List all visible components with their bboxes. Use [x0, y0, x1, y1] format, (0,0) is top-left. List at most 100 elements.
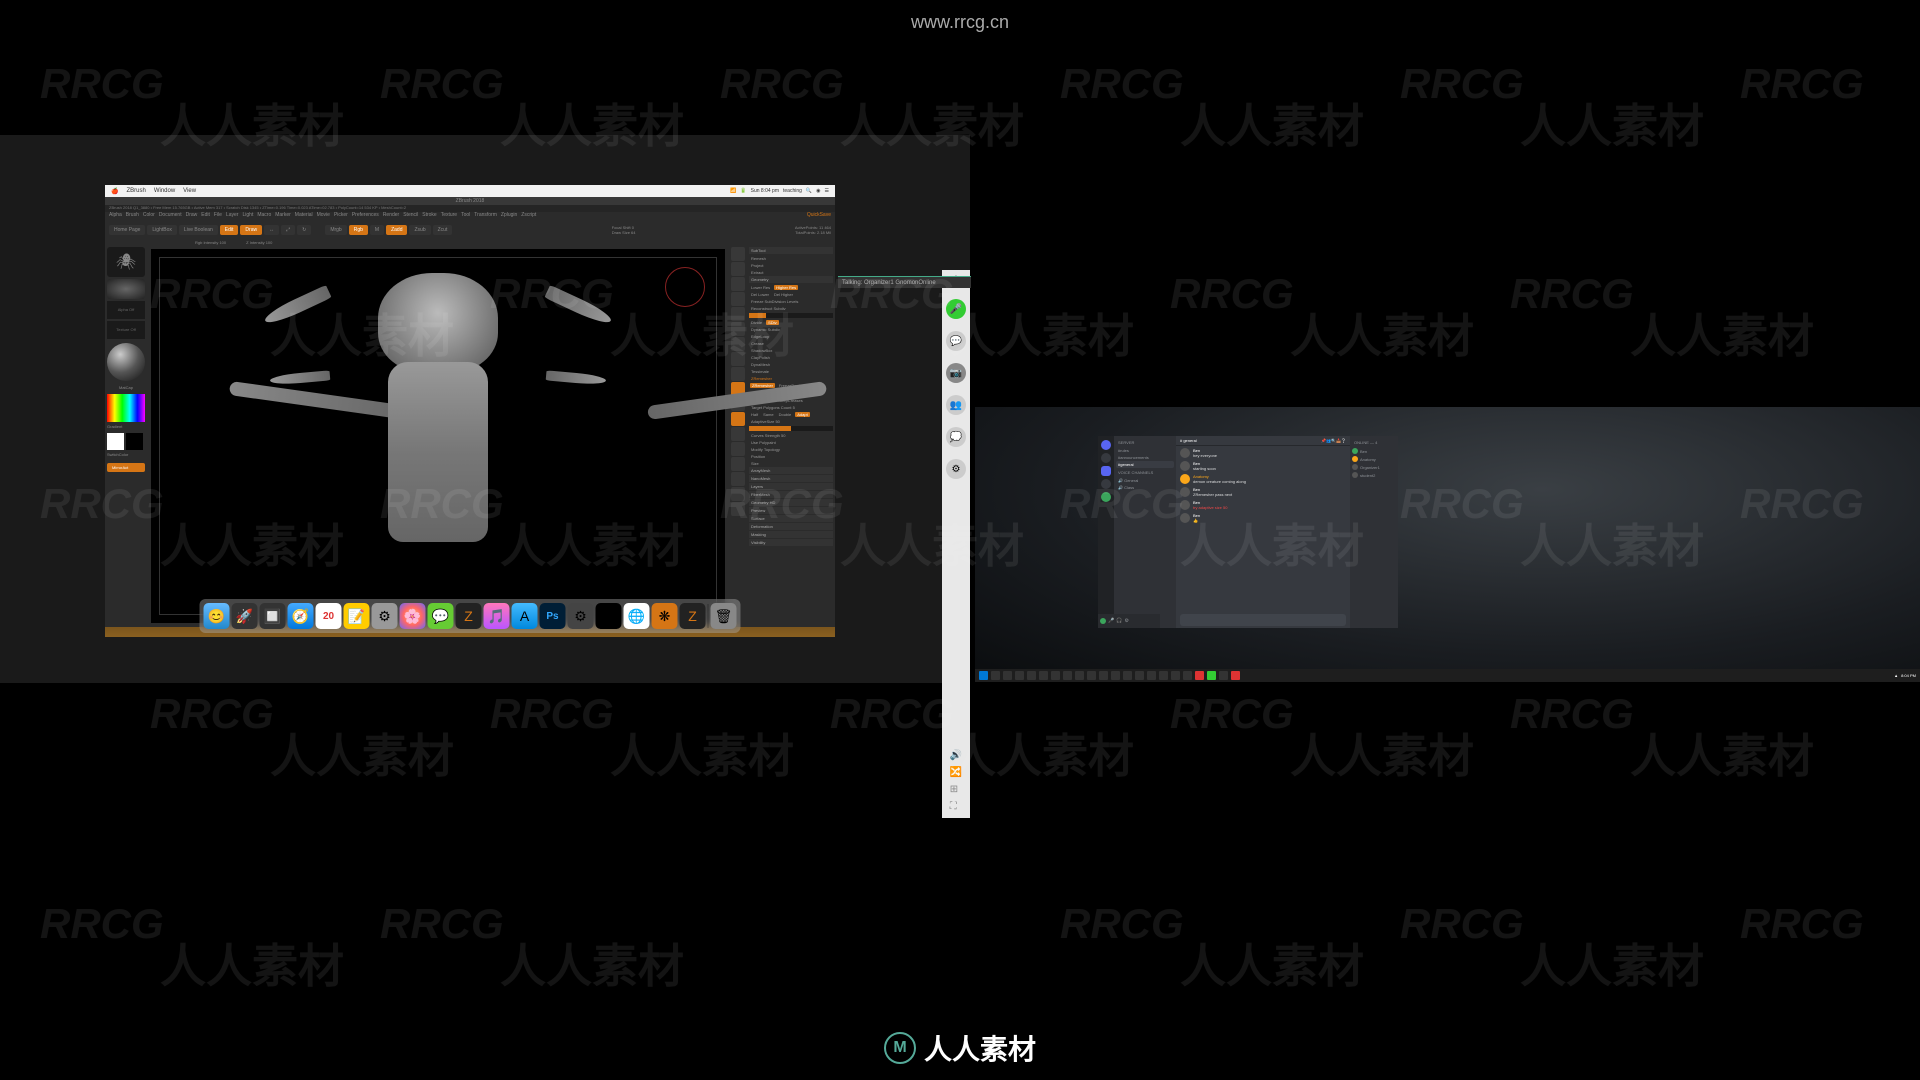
tray-icon[interactable]: ▲ [1894, 673, 1898, 678]
taskbar-app-icon[interactable] [1159, 671, 1168, 680]
local-icon[interactable] [731, 367, 745, 381]
taskbar-app-icon[interactable] [1003, 671, 1012, 680]
deformation-section[interactable]: Deformation [749, 523, 833, 530]
avatar[interactable] [1180, 448, 1190, 458]
tessimate[interactable]: Tessimate [749, 368, 833, 375]
material-thumbnail[interactable] [107, 343, 145, 381]
fibermesh-section[interactable]: FiberMesh [749, 491, 833, 498]
texture-thumbnail[interactable]: Texture Off [107, 321, 145, 339]
voice-channels-header[interactable]: VOICE CHANNELS [1116, 468, 1174, 477]
sdiv-slider[interactable] [749, 313, 833, 318]
taskview-icon[interactable] [991, 671, 1000, 680]
menu-marker[interactable]: Marker [275, 212, 291, 220]
mrgb-button[interactable]: Mrgb [325, 225, 346, 235]
dock-safari-icon[interactable]: 🧭 [288, 603, 314, 629]
scale-nav-icon[interactable] [731, 412, 745, 426]
server-name[interactable]: SERVER [1116, 438, 1174, 447]
same-button[interactable]: Same [761, 411, 775, 418]
zsub-button[interactable]: Zsub [409, 225, 430, 235]
solo-icon[interactable] [731, 487, 745, 501]
comment-button[interactable]: 💭 [946, 427, 966, 447]
lightbox-button[interactable]: LightBox [147, 225, 176, 235]
message-list[interactable]: Benhey everyone Benstarting soon Anatomy… [1176, 446, 1350, 612]
voice-channel-item[interactable]: 🔊 General [1116, 477, 1174, 484]
menubar-user[interactable]: teaching [783, 188, 802, 194]
dock-photos-icon[interactable]: 🌸 [400, 603, 426, 629]
apple-menu-icon[interactable]: 🍎 [111, 188, 118, 195]
avatar[interactable] [1180, 474, 1190, 484]
switchcolor-button[interactable]: SwitchColor [107, 452, 145, 457]
dock-photoshop-icon[interactable]: Ps [540, 603, 566, 629]
menubar-clock[interactable]: Sun 8:04 pm [751, 188, 779, 194]
avatar[interactable] [1180, 461, 1190, 471]
dock-sysprefs-icon[interactable]: ⚙ [568, 603, 594, 629]
home-page-button[interactable]: Home Page [109, 225, 145, 235]
volume-icon[interactable]: 🔊 [950, 750, 962, 761]
size-section[interactable]: Size [749, 460, 833, 467]
floor-icon[interactable] [731, 352, 745, 366]
webcam-button[interactable]: 📷 [946, 363, 966, 383]
taskbar-app-icon[interactable] [1183, 671, 1192, 680]
discord-server-icon[interactable] [1101, 453, 1111, 463]
discord-add-server-icon[interactable] [1101, 492, 1111, 502]
shuffle-icon[interactable]: 🔀 [950, 767, 962, 778]
dock-terminal-icon[interactable]: ▢ [596, 603, 622, 629]
taskbar-app-icon[interactable] [1123, 671, 1132, 680]
adaptive-slider-bar[interactable] [749, 426, 833, 431]
rotate-icon[interactable]: ↻ [297, 225, 311, 235]
menu-file[interactable]: File [214, 212, 222, 220]
live-boolean-button[interactable]: Live Boolean [179, 225, 218, 235]
discord-server-icon[interactable] [1101, 466, 1111, 476]
dock-preferences-icon[interactable]: ⚙ [372, 603, 398, 629]
ghost-icon[interactable] [731, 472, 745, 486]
menu-draw[interactable]: Draw [186, 212, 198, 220]
modify-topology[interactable]: Modify Topology [749, 446, 833, 453]
menu-tool[interactable]: Tool [461, 212, 470, 220]
notification-icon[interactable]: ☰ [825, 188, 829, 194]
panel-project[interactable]: Project [749, 262, 833, 269]
taskbar-app-icon[interactable] [1135, 671, 1144, 680]
aahalf-icon[interactable] [731, 322, 745, 336]
rgb-button[interactable]: Rgb [349, 225, 368, 235]
mic-button[interactable]: 🎤 [946, 299, 966, 319]
divide-button[interactable]: Divide [749, 319, 764, 326]
move-icon[interactable]: ↔ [264, 225, 279, 235]
del-higher-button[interactable]: Del Higher [772, 291, 795, 298]
draw-size-slider[interactable]: Draw Size 64 [612, 230, 636, 235]
dock-mission-icon[interactable]: 🔲 [260, 603, 286, 629]
use-polypaint-toggle[interactable]: Use Polypaint [749, 439, 833, 446]
channel-item[interactable]: #general [1116, 461, 1174, 468]
dock-calendar-icon[interactable]: 20 [316, 603, 342, 629]
member-item[interactable]: student2 [1352, 471, 1396, 479]
taskbar-app-icon[interactable] [1207, 671, 1216, 680]
xpose-icon[interactable] [731, 502, 745, 516]
actual-icon[interactable] [731, 307, 745, 321]
discord-home-icon[interactable] [1101, 440, 1111, 450]
menu-movie[interactable]: Movie [317, 212, 330, 220]
dock-notes-icon[interactable]: 📝 [344, 603, 370, 629]
zcut-button[interactable]: Zcut [433, 225, 453, 235]
menu-zscript[interactable]: Zscript [521, 212, 536, 220]
app-menu[interactable]: ZBrush [126, 188, 145, 195]
dock-finder-icon[interactable]: 😊 [204, 603, 230, 629]
taskbar-app-icon[interactable] [1111, 671, 1120, 680]
taskbar-app-icon[interactable] [1171, 671, 1180, 680]
menu-material[interactable]: Material [295, 212, 313, 220]
tray-clock[interactable]: 8:04 PM [1901, 673, 1916, 678]
double-button[interactable]: Double [777, 411, 794, 418]
color-picker[interactable] [107, 394, 145, 422]
search-icon[interactable]: 🔍 [806, 188, 812, 194]
participants-button[interactable]: 👥 [946, 395, 966, 415]
expand-icon[interactable]: ⛶ [950, 801, 962, 812]
taskbar-app-icon[interactable] [1195, 671, 1204, 680]
taskbar-app-icon[interactable] [1231, 671, 1240, 680]
claypolish[interactable]: ClayPolish [749, 354, 833, 361]
primary-color-swatch[interactable] [107, 433, 124, 450]
chat-button[interactable]: 💬 [946, 331, 966, 351]
geohd-section[interactable]: Geometry HD [749, 499, 833, 506]
dock-messages-icon[interactable]: 💬 [428, 603, 454, 629]
menu-edit[interactable]: Edit [201, 212, 210, 220]
m-button[interactable]: M [370, 225, 384, 235]
arraymesh-section[interactable]: ArrayMesh [749, 467, 833, 474]
dock-app-icon[interactable]: ❋ [652, 603, 678, 629]
